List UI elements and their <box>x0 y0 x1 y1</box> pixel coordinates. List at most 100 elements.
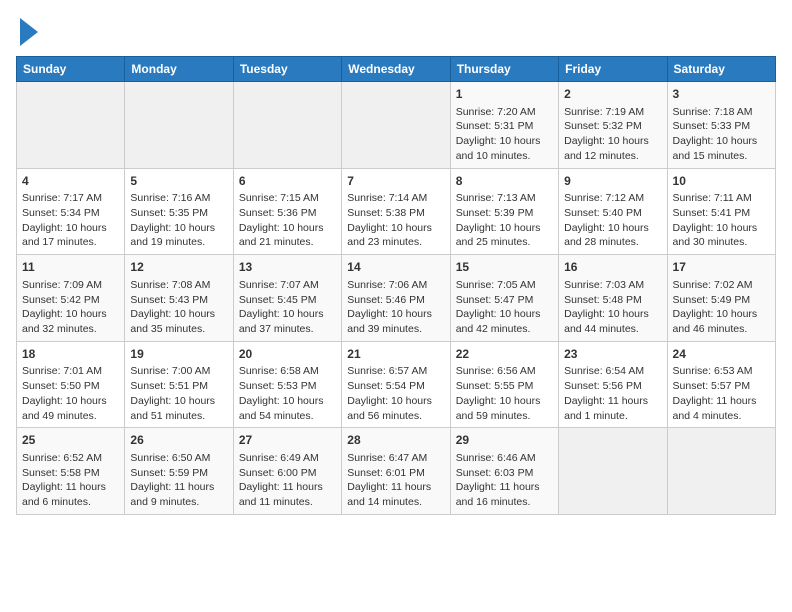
day-cell: 29Sunrise: 6:46 AM Sunset: 6:03 PM Dayli… <box>450 428 558 515</box>
day-number: 27 <box>239 432 336 449</box>
day-cell: 1Sunrise: 7:20 AM Sunset: 5:31 PM Daylig… <box>450 82 558 169</box>
day-number: 10 <box>673 173 770 190</box>
day-number: 11 <box>22 259 119 276</box>
day-cell: 21Sunrise: 6:57 AM Sunset: 5:54 PM Dayli… <box>342 341 450 428</box>
day-info: Sunrise: 6:57 AM Sunset: 5:54 PM Dayligh… <box>347 364 444 423</box>
day-info: Sunrise: 7:12 AM Sunset: 5:40 PM Dayligh… <box>564 191 661 250</box>
logo-arrow-icon <box>20 18 38 46</box>
column-header-tuesday: Tuesday <box>233 57 341 82</box>
day-number: 4 <box>22 173 119 190</box>
week-row-5: 25Sunrise: 6:52 AM Sunset: 5:58 PM Dayli… <box>17 428 776 515</box>
day-cell <box>125 82 233 169</box>
column-header-wednesday: Wednesday <box>342 57 450 82</box>
day-cell: 10Sunrise: 7:11 AM Sunset: 5:41 PM Dayli… <box>667 168 775 255</box>
column-header-saturday: Saturday <box>667 57 775 82</box>
day-number: 6 <box>239 173 336 190</box>
day-cell: 22Sunrise: 6:56 AM Sunset: 5:55 PM Dayli… <box>450 341 558 428</box>
day-info: Sunrise: 6:58 AM Sunset: 5:53 PM Dayligh… <box>239 364 336 423</box>
day-number: 20 <box>239 346 336 363</box>
day-cell <box>667 428 775 515</box>
day-number: 23 <box>564 346 661 363</box>
day-number: 3 <box>673 86 770 103</box>
day-number: 2 <box>564 86 661 103</box>
day-cell: 2 Sunrise: 7:19 AM Sunset: 5:32 PM Daylig… <box>559 82 667 169</box>
day-number: 19 <box>130 346 227 363</box>
day-number: 7 <box>347 173 444 190</box>
column-header-friday: Friday <box>559 57 667 82</box>
day-number: 9 <box>564 173 661 190</box>
day-info: Sunrise: 7:11 AM Sunset: 5:41 PM Dayligh… <box>673 191 770 250</box>
column-header-sunday: Sunday <box>17 57 125 82</box>
day-number: 13 <box>239 259 336 276</box>
day-number: 26 <box>130 432 227 449</box>
day-info: Sunrise: 7:00 AM Sunset: 5:51 PM Dayligh… <box>130 364 227 423</box>
day-number: 22 <box>456 346 553 363</box>
day-number: 29 <box>456 432 553 449</box>
day-number: 16 <box>564 259 661 276</box>
day-cell: 8Sunrise: 7:13 AM Sunset: 5:39 PM Daylig… <box>450 168 558 255</box>
calendar-body: 1Sunrise: 7:20 AM Sunset: 5:31 PM Daylig… <box>17 82 776 515</box>
day-number: 12 <box>130 259 227 276</box>
week-row-4: 18Sunrise: 7:01 AM Sunset: 5:50 PM Dayli… <box>17 341 776 428</box>
day-cell: 6Sunrise: 7:15 AM Sunset: 5:36 PM Daylig… <box>233 168 341 255</box>
day-number: 28 <box>347 432 444 449</box>
day-info: Sunrise: 7:08 AM Sunset: 5:43 PM Dayligh… <box>130 278 227 337</box>
page-header <box>16 16 776 46</box>
day-info: Sunrise: 6:56 AM Sunset: 5:55 PM Dayligh… <box>456 364 553 423</box>
day-cell: 11 Sunrise: 7:09 AM Sunset: 5:42 PM Dayli… <box>17 255 125 342</box>
day-info: Sunrise: 7:16 AM Sunset: 5:35 PM Dayligh… <box>130 191 227 250</box>
day-info: Sunrise: 7:05 AM Sunset: 5:47 PM Dayligh… <box>456 278 553 337</box>
day-info: Sunrise: 7:09 AM Sunset: 5:42 PM Dayligh… <box>22 278 119 337</box>
day-number: 1 <box>456 86 553 103</box>
day-number: 17 <box>673 259 770 276</box>
column-header-thursday: Thursday <box>450 57 558 82</box>
day-cell: 26 Sunrise: 6:50 AM Sunset: 5:59 PM Dayli… <box>125 428 233 515</box>
day-cell: 27Sunrise: 6:49 AM Sunset: 6:00 PM Dayli… <box>233 428 341 515</box>
day-cell: 5Sunrise: 7:16 AM Sunset: 5:35 PM Daylig… <box>125 168 233 255</box>
day-cell: 24Sunrise: 6:53 AM Sunset: 5:57 PM Dayli… <box>667 341 775 428</box>
day-info: Sunrise: 6:50 AM Sunset: 5:59 PM Dayligh… <box>130 451 227 510</box>
day-cell: 16 Sunrise: 7:03 AM Sunset: 5:48 PM Dayli… <box>559 255 667 342</box>
day-info: Sunrise: 6:54 AM Sunset: 5:56 PM Dayligh… <box>564 364 661 423</box>
day-cell: 19Sunrise: 7:00 AM Sunset: 5:51 PM Dayli… <box>125 341 233 428</box>
day-number: 8 <box>456 173 553 190</box>
day-cell: 13 Sunrise: 7:07 AM Sunset: 5:45 PM Dayli… <box>233 255 341 342</box>
day-cell: 4Sunrise: 7:17 AM Sunset: 5:34 PM Daylig… <box>17 168 125 255</box>
week-row-1: 1Sunrise: 7:20 AM Sunset: 5:31 PM Daylig… <box>17 82 776 169</box>
day-number: 18 <box>22 346 119 363</box>
day-number: 5 <box>130 173 227 190</box>
day-number: 15 <box>456 259 553 276</box>
header-row: SundayMondayTuesdayWednesdayThursdayFrid… <box>17 57 776 82</box>
day-cell <box>233 82 341 169</box>
day-info: Sunrise: 7:07 AM Sunset: 5:45 PM Dayligh… <box>239 278 336 337</box>
day-info: Sunrise: 7:13 AM Sunset: 5:39 PM Dayligh… <box>456 191 553 250</box>
week-row-3: 11 Sunrise: 7:09 AM Sunset: 5:42 PM Dayli… <box>17 255 776 342</box>
day-info: Sunrise: 7:14 AM Sunset: 5:38 PM Dayligh… <box>347 191 444 250</box>
day-number: 21 <box>347 346 444 363</box>
day-cell <box>559 428 667 515</box>
day-info: Sunrise: 7:19 AM Sunset: 5:32 PM Dayligh… <box>564 105 661 164</box>
day-cell: 23Sunrise: 6:54 AM Sunset: 5:56 PM Dayli… <box>559 341 667 428</box>
day-cell: 18Sunrise: 7:01 AM Sunset: 5:50 PM Dayli… <box>17 341 125 428</box>
day-info: Sunrise: 7:17 AM Sunset: 5:34 PM Dayligh… <box>22 191 119 250</box>
day-info: Sunrise: 7:15 AM Sunset: 5:36 PM Dayligh… <box>239 191 336 250</box>
calendar-header: SundayMondayTuesdayWednesdayThursdayFrid… <box>17 57 776 82</box>
day-cell <box>342 82 450 169</box>
day-cell: 20Sunrise: 6:58 AM Sunset: 5:53 PM Dayli… <box>233 341 341 428</box>
day-number: 25 <box>22 432 119 449</box>
day-cell: 3 Sunrise: 7:18 AM Sunset: 5:33 PM Daylig… <box>667 82 775 169</box>
day-number: 14 <box>347 259 444 276</box>
day-number: 24 <box>673 346 770 363</box>
day-info: Sunrise: 7:18 AM Sunset: 5:33 PM Dayligh… <box>673 105 770 164</box>
day-info: Sunrise: 7:01 AM Sunset: 5:50 PM Dayligh… <box>22 364 119 423</box>
week-row-2: 4Sunrise: 7:17 AM Sunset: 5:34 PM Daylig… <box>17 168 776 255</box>
day-cell: 7Sunrise: 7:14 AM Sunset: 5:38 PM Daylig… <box>342 168 450 255</box>
day-info: Sunrise: 6:47 AM Sunset: 6:01 PM Dayligh… <box>347 451 444 510</box>
day-cell: 25Sunrise: 6:52 AM Sunset: 5:58 PM Dayli… <box>17 428 125 515</box>
day-cell: 15 Sunrise: 7:05 AM Sunset: 5:47 PM Dayli… <box>450 255 558 342</box>
day-cell: 12 Sunrise: 7:08 AM Sunset: 5:43 PM Dayli… <box>125 255 233 342</box>
day-info: Sunrise: 6:53 AM Sunset: 5:57 PM Dayligh… <box>673 364 770 423</box>
day-info: Sunrise: 7:03 AM Sunset: 5:48 PM Dayligh… <box>564 278 661 337</box>
day-cell: 14Sunrise: 7:06 AM Sunset: 5:46 PM Dayli… <box>342 255 450 342</box>
day-cell <box>17 82 125 169</box>
